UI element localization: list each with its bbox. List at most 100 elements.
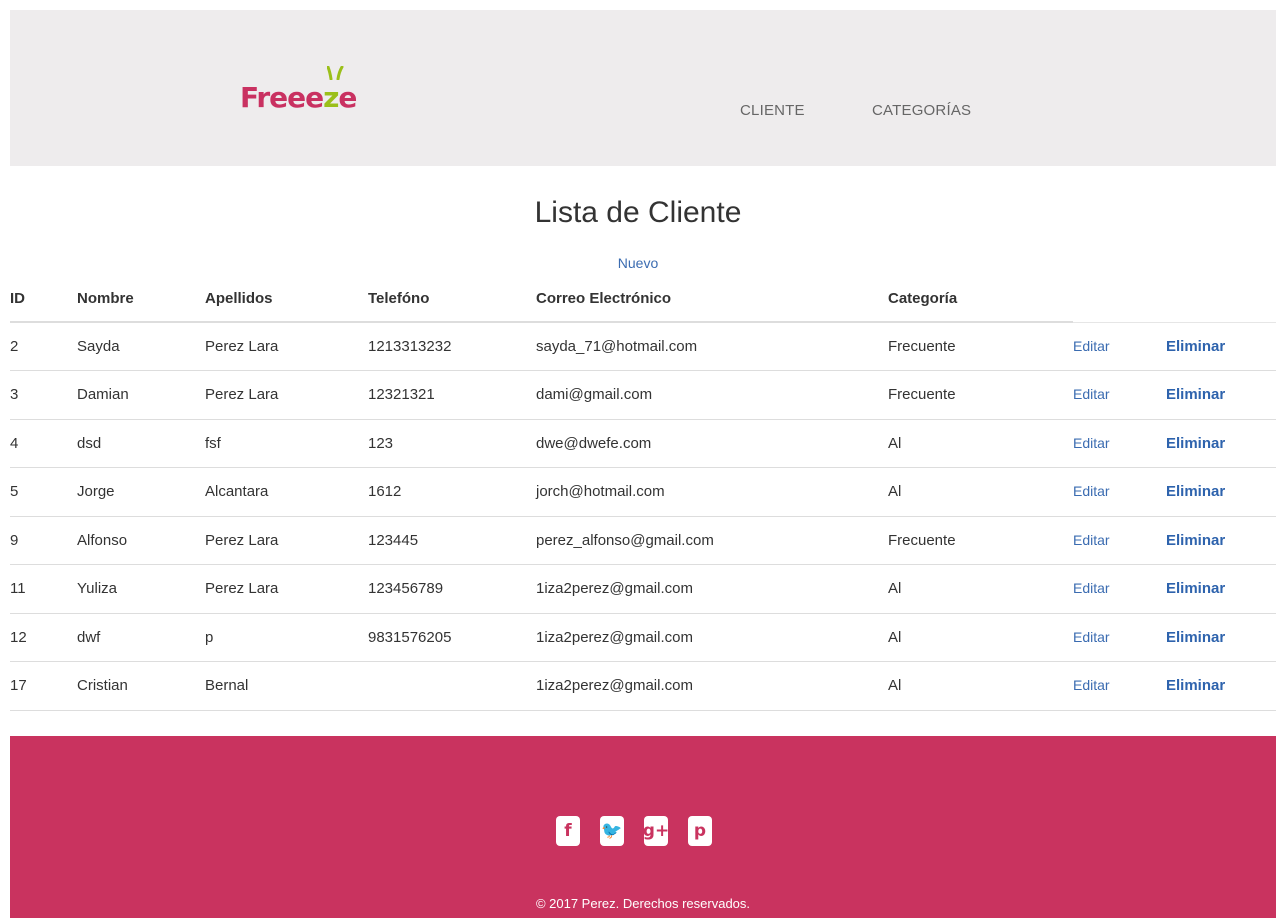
cell-edit: Editar: [1073, 467, 1166, 517]
cell-telefono: 123445: [368, 516, 536, 565]
cell-correo: 1iza2perez@gmail.com: [536, 564, 888, 614]
cell-categoria: Al: [888, 467, 1073, 517]
edit-link[interactable]: Editar: [1073, 435, 1110, 451]
cell-apellidos: Bernal: [205, 661, 368, 711]
table-header-row: ID Nombre Apellidos Telefóno Correo Elec…: [10, 276, 1276, 323]
cell-categoria: Al: [888, 419, 1073, 468]
cell-id: 4: [10, 419, 77, 468]
edit-link[interactable]: Editar: [1073, 338, 1110, 354]
table-row: 2 Sayda Perez Lara 1213313232 sayda_71@hotma…: [10, 322, 1276, 371]
cell-edit: Editar: [1073, 564, 1166, 614]
brand-name-z: z: [323, 66, 344, 114]
cell-id: 9: [10, 516, 77, 565]
pinterest-icon[interactable]: p: [688, 816, 712, 846]
header-apellidos: Apellidos: [205, 276, 368, 323]
cell-apellidos: Alcantara: [205, 467, 368, 517]
cell-delete: Eliminar: [1166, 613, 1276, 662]
cell-apellidos: Perez Lara: [205, 322, 368, 371]
cell-delete: Eliminar: [1166, 661, 1276, 711]
table-row: 5 Jorge Alcantara 1612 jorch@hotmail.com Al Ed…: [10, 467, 1276, 517]
edit-link[interactable]: Editar: [1073, 677, 1110, 693]
cell-edit: Editar: [1073, 516, 1166, 565]
cell-id: 17: [10, 661, 77, 711]
table-row: 9 Alfonso Perez Lara 123445 perez_alfonso@gm…: [10, 516, 1276, 565]
cell-nombre: dwf: [77, 613, 205, 662]
table-row: 3 Damian Perez Lara 12321321 dami@gmail.com F…: [10, 370, 1276, 420]
cell-edit: Editar: [1073, 419, 1166, 468]
cell-telefono: 1612: [368, 467, 536, 517]
table-row: 11 Yuliza Perez Lara 123456789 1iza2perez@gm…: [10, 564, 1276, 614]
cell-categoria: Al: [888, 661, 1073, 711]
brand-name-prefix: Freee: [240, 81, 324, 114]
cell-correo: dami@gmail.com: [536, 370, 888, 420]
table-row: 17 Cristian Bernal 1iza2perez@gmail.com Al Ed…: [10, 661, 1276, 711]
cell-categoria: Frecuente: [888, 322, 1073, 371]
cell-edit: Editar: [1073, 661, 1166, 711]
table-row: 12 dwf p 9831576205 1iza2perez@gmail.com Al Ed…: [10, 613, 1276, 662]
delete-link[interactable]: Eliminar: [1166, 338, 1225, 355]
cell-nombre: Yuliza: [77, 564, 205, 614]
delete-link[interactable]: Eliminar: [1166, 532, 1225, 549]
nav-categorias[interactable]: CATEGORÍAS: [872, 102, 971, 119]
header-delete: [1166, 276, 1276, 323]
cell-telefono: [368, 661, 536, 711]
google-plus-icon[interactable]: g+: [643, 816, 669, 846]
delete-link[interactable]: Eliminar: [1166, 435, 1225, 452]
sprout-icon: [327, 66, 344, 80]
cell-edit: Editar: [1073, 370, 1166, 420]
twitter-icon[interactable]: 🐦: [600, 816, 624, 846]
header-telefono: Telefóno: [368, 276, 536, 323]
delete-link[interactable]: Eliminar: [1166, 677, 1225, 694]
new-client-link[interactable]: Nuevo: [0, 255, 1276, 271]
cell-correo: jorch@hotmail.com: [536, 467, 888, 517]
cell-categoria: Al: [888, 564, 1073, 614]
cell-id: 3: [10, 370, 77, 420]
cell-delete: Eliminar: [1166, 370, 1276, 420]
cell-categoria: Frecuente: [888, 516, 1073, 565]
cell-nombre: Sayda: [77, 322, 205, 371]
cell-telefono: 123456789: [368, 564, 536, 614]
edit-link[interactable]: Editar: [1073, 629, 1110, 645]
cell-apellidos: fsf: [205, 419, 368, 468]
site-footer: f 🐦 g+ p © 2017 Perez. Derechos reservados.: [10, 736, 1276, 918]
delete-link[interactable]: Eliminar: [1166, 580, 1225, 597]
cell-apellidos: p: [205, 613, 368, 662]
cell-delete: Eliminar: [1166, 564, 1276, 614]
delete-link[interactable]: Eliminar: [1166, 483, 1225, 500]
cell-telefono: 9831576205: [368, 613, 536, 662]
cell-id: 2: [10, 322, 77, 371]
edit-link[interactable]: Editar: [1073, 483, 1110, 499]
cell-correo: 1iza2perez@gmail.com: [536, 613, 888, 662]
edit-link[interactable]: Editar: [1073, 386, 1110, 402]
edit-link[interactable]: Editar: [1073, 580, 1110, 596]
delete-link[interactable]: Eliminar: [1166, 629, 1225, 646]
cell-id: 12: [10, 613, 77, 662]
cell-nombre: Alfonso: [77, 516, 205, 565]
facebook-icon[interactable]: f: [556, 816, 580, 846]
cell-correo: perez_alfonso@gmail.com: [536, 516, 888, 565]
page-title: Lista de Cliente: [534, 196, 742, 229]
header-correo: Correo Electrónico: [536, 276, 888, 323]
cell-delete: Eliminar: [1166, 516, 1276, 565]
cell-id: 11: [10, 564, 77, 614]
copyright: © 2017 Perez. Derechos reservados.: [535, 896, 751, 911]
header-edit: [1073, 276, 1166, 323]
nav-cliente[interactable]: CLIENTE: [740, 102, 805, 119]
cell-categoria: Al: [888, 613, 1073, 662]
delete-link[interactable]: Eliminar: [1166, 386, 1225, 403]
cell-apellidos: Perez Lara: [205, 516, 368, 565]
cell-correo: sayda_71@hotmail.com: [536, 322, 888, 371]
brand-logo[interactable]: Freee ze: [240, 66, 357, 114]
cell-delete: Eliminar: [1166, 419, 1276, 468]
cell-delete: Eliminar: [1166, 467, 1276, 517]
cell-correo: 1iza2perez@gmail.com: [536, 661, 888, 711]
cell-telefono: 1213313232: [368, 322, 536, 371]
cell-apellidos: Perez Lara: [205, 564, 368, 614]
header-categoria: Categoría: [888, 276, 1073, 323]
edit-link[interactable]: Editar: [1073, 532, 1110, 548]
cell-apellidos: Perez Lara: [205, 370, 368, 420]
table-row: 4 dsd fsf 123 dwe@dwefe.com Al Editar Eliminar: [10, 419, 1276, 468]
cell-id: 5: [10, 467, 77, 517]
clients-table: ID Nombre Apellidos Telefóno Correo Elec…: [10, 276, 1276, 711]
header-id: ID: [10, 276, 77, 323]
